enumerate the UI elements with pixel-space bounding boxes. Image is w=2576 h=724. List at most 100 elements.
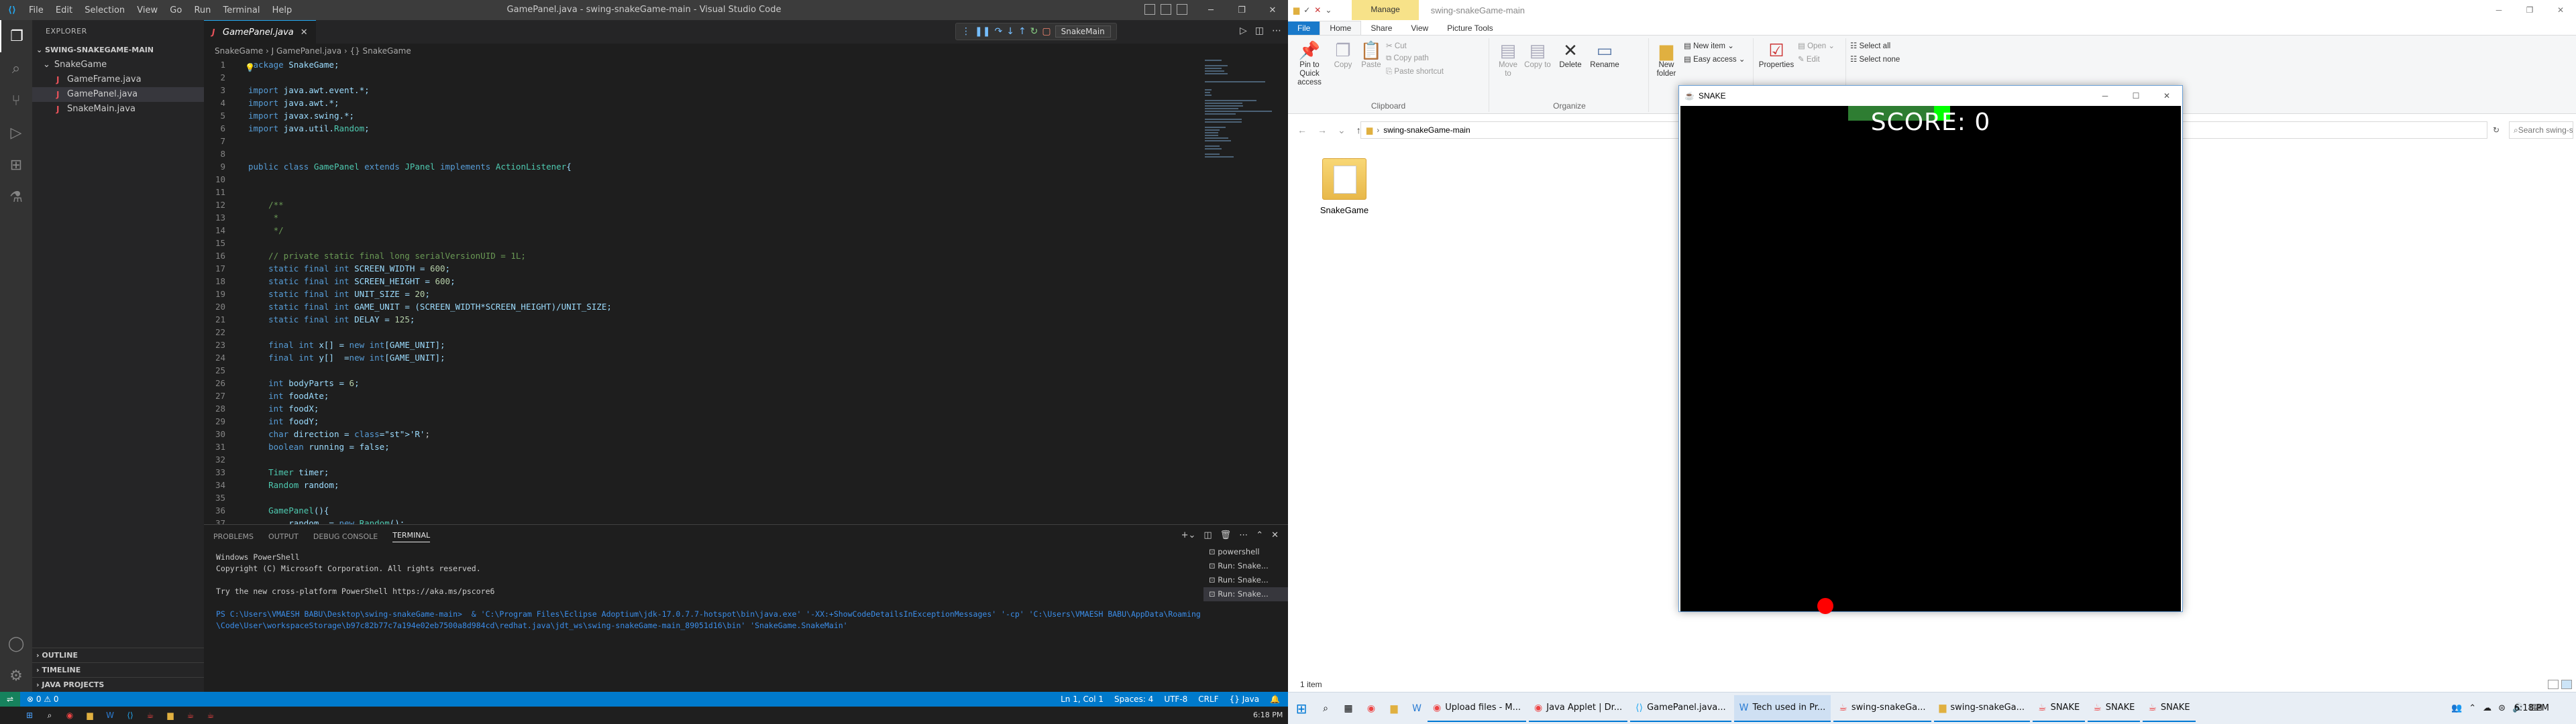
tab-file[interactable]: File bbox=[1288, 21, 1320, 35]
file-snakemain[interactable]: J SnakeMain.java bbox=[32, 102, 204, 117]
close-icon[interactable]: ✕ bbox=[2545, 0, 2576, 20]
menu-edit[interactable]: Edit bbox=[56, 5, 72, 15]
large-icons-view-icon[interactable] bbox=[2561, 680, 2572, 689]
add-terminal-icon[interactable]: +⌄ bbox=[1181, 530, 1196, 540]
menu-help[interactable]: Help bbox=[272, 5, 292, 15]
close-icon[interactable]: ✕ bbox=[2151, 86, 2182, 106]
search-icon[interactable]: ⌕ bbox=[1318, 701, 1334, 717]
files-icon[interactable]: ▆ bbox=[85, 710, 95, 721]
taskbar-app-6[interactable]: ▆ swing-snakeGa... bbox=[1933, 695, 2031, 722]
testing-icon[interactable]: ⚗ bbox=[0, 181, 32, 213]
details-view-icon[interactable] bbox=[2548, 680, 2559, 689]
folder-snakegame[interactable]: ⌄ SnakeGame bbox=[32, 58, 204, 72]
source-control-icon[interactable]: ⑂ bbox=[0, 84, 32, 117]
tab-debug-console[interactable]: DEBUG CONSOLE bbox=[313, 532, 378, 541]
new-item-button[interactable]: ▤ New item ⌄ bbox=[1684, 41, 1734, 50]
terminal-item-run-2[interactable]: ⊡ Run: Snake... bbox=[1203, 573, 1288, 587]
more-actions-icon[interactable]: ⋯ bbox=[1272, 25, 1281, 36]
word-icon[interactable]: W bbox=[1409, 701, 1425, 717]
step-into-icon[interactable]: ↓ bbox=[1006, 26, 1014, 37]
qa-dropdown-icon[interactable]: ⌄ bbox=[1325, 5, 1332, 15]
tab-picture-tools[interactable]: Picture Tools bbox=[1438, 21, 1502, 35]
chrome-icon[interactable]: ◉ bbox=[1363, 701, 1379, 717]
explorer-icon[interactable]: ❐ bbox=[0, 20, 32, 52]
folder-small-icon[interactable]: ▆ bbox=[1293, 5, 1299, 15]
move-to-button[interactable]: ▤ Move to bbox=[1495, 40, 1521, 78]
terminal-output[interactable]: Windows PowerShell Copyright (C) Microso… bbox=[216, 552, 1202, 631]
search-input[interactable]: ⌕ Search swing-snak... bbox=[2509, 121, 2573, 139]
menu-go[interactable]: Go bbox=[170, 5, 182, 15]
run-icon[interactable]: ▷ bbox=[1240, 25, 1247, 36]
menu-run[interactable]: Run bbox=[194, 5, 211, 15]
taskbar-app-8[interactable]: ☕ SNAKE bbox=[2088, 695, 2141, 722]
game-board[interactable]: SCORE: 0 bbox=[1680, 106, 2181, 614]
word-icon[interactable]: W bbox=[105, 710, 115, 721]
maximize-panel-icon[interactable]: ⌃ bbox=[1256, 530, 1263, 540]
copy-to-button[interactable]: ▤ Copy to bbox=[1524, 40, 1551, 70]
close-icon[interactable]: ✕ bbox=[1257, 0, 1288, 20]
outline-section[interactable]: › OUTLINE bbox=[32, 648, 204, 662]
network-icon[interactable]: ⊜ bbox=[2498, 703, 2506, 713]
minimize-icon[interactable]: ─ bbox=[2483, 0, 2514, 20]
onedrive-icon[interactable]: ☁ bbox=[2483, 703, 2491, 713]
windows-start-icon[interactable]: ⊞ bbox=[1288, 701, 1315, 717]
taskbar-app-7[interactable]: ☕ SNAKE bbox=[2033, 695, 2086, 722]
forward-icon[interactable]: → bbox=[1318, 125, 1327, 136]
breadcrumb[interactable]: SnakeGame › J GamePanel.java › {} SnakeG… bbox=[204, 44, 1288, 58]
taskbar-app-9[interactable]: ☕ SNAKE bbox=[2143, 695, 2196, 722]
chevron-up-icon[interactable]: ⌃ bbox=[2469, 703, 2476, 713]
kill-terminal-icon[interactable]: 🗑 bbox=[1220, 530, 1232, 540]
restart-icon[interactable]: ↻ bbox=[1030, 26, 1038, 37]
start-icon[interactable]: ⊞ bbox=[24, 710, 35, 721]
run-debug-icon[interactable]: ▷ bbox=[0, 117, 32, 149]
file-gamepanel[interactable]: J GamePanel.java bbox=[32, 87, 204, 102]
minimize-icon[interactable]: ─ bbox=[1195, 0, 1226, 20]
cursor-position[interactable]: Ln 1, Col 1 bbox=[1061, 695, 1104, 704]
back-icon[interactable]: ← bbox=[1297, 125, 1307, 136]
encoding[interactable]: UTF-8 bbox=[1164, 695, 1187, 704]
java-icon[interactable]: ☕ bbox=[145, 710, 156, 721]
menu-selection[interactable]: Selection bbox=[85, 5, 125, 15]
open-button[interactable]: ▤ Open ⌄ bbox=[1798, 41, 1835, 50]
timeline-section[interactable]: › TIMELINE bbox=[32, 662, 204, 677]
tab-share[interactable]: Share bbox=[1361, 21, 1401, 35]
file-gameframe[interactable]: J GameFrame.java bbox=[32, 72, 204, 87]
maximize-icon[interactable]: ☐ bbox=[2121, 86, 2151, 106]
tab-terminal[interactable]: TERMINAL bbox=[392, 531, 431, 542]
taskbar-app-4[interactable]: W Tech used in Pr... bbox=[1733, 695, 1831, 722]
taskbar-app-1[interactable]: ◉ Upload files - M... bbox=[1428, 695, 1527, 722]
split-editor-icon[interactable]: ◫ bbox=[1255, 25, 1264, 36]
clock-right[interactable]: 6:18 PM bbox=[2514, 703, 2549, 713]
minimap[interactable] bbox=[1205, 58, 1279, 326]
split-terminal-icon[interactable]: ◫ bbox=[1203, 530, 1212, 540]
select-all-button[interactable]: ☷ Select all bbox=[1850, 41, 1890, 50]
minimize-icon[interactable]: ─ bbox=[2090, 86, 2121, 106]
tab-gamepanel[interactable]: J GamePanel.java ✕ bbox=[204, 20, 316, 44]
copy-button[interactable]: ❐ Copy bbox=[1330, 40, 1356, 70]
drag-handle-icon[interactable]: ⋮ bbox=[961, 26, 971, 37]
refresh-icon[interactable]: ↻ bbox=[2493, 125, 2500, 135]
java-icon[interactable]: ☕ bbox=[205, 710, 216, 721]
restore-icon[interactable]: ❐ bbox=[2514, 0, 2545, 20]
problems-count[interactable]: ⊗ 0 ⚠ 0 bbox=[27, 695, 59, 704]
properties-button[interactable]: ☑ Properties bbox=[1758, 40, 1795, 70]
close-panel-icon[interactable]: ✕ bbox=[1271, 530, 1279, 540]
java-icon[interactable]: ☕ bbox=[185, 710, 196, 721]
run-config-select[interactable]: SnakeMain bbox=[1055, 25, 1111, 38]
paste-shortcut-button[interactable]: ⎘ Paste shortcut bbox=[1386, 68, 1444, 76]
explorer-icon[interactable]: ▆ bbox=[1386, 701, 1402, 717]
taskbar-app-5[interactable]: ☕ swing-snakeGa... bbox=[1833, 695, 1931, 722]
browser-icon[interactable]: ◉ bbox=[64, 710, 75, 721]
folder-item[interactable]: SnakeGame bbox=[1315, 158, 1374, 215]
close-tab-icon[interactable]: ✕ bbox=[301, 27, 308, 38]
rename-button[interactable]: ▭ Rename bbox=[1589, 40, 1621, 70]
pause-icon[interactable]: ❚❚ bbox=[975, 26, 990, 37]
new-folder-button[interactable]: ▆ New folder bbox=[1653, 40, 1680, 78]
delete-button[interactable]: ✕ Delete bbox=[1555, 40, 1586, 70]
taskbar-app-3[interactable]: ⟨⟩ GamePanel.java... bbox=[1630, 695, 1731, 722]
people-icon[interactable]: 👥 bbox=[2451, 703, 2462, 713]
edit-button[interactable]: ✎ Edit bbox=[1798, 54, 1820, 64]
easy-access-button[interactable]: ▤ Easy access ⌄ bbox=[1684, 54, 1745, 64]
clock-left[interactable]: 6:18 PM bbox=[1253, 711, 1283, 719]
line-ending[interactable]: CRLF bbox=[1198, 695, 1218, 704]
